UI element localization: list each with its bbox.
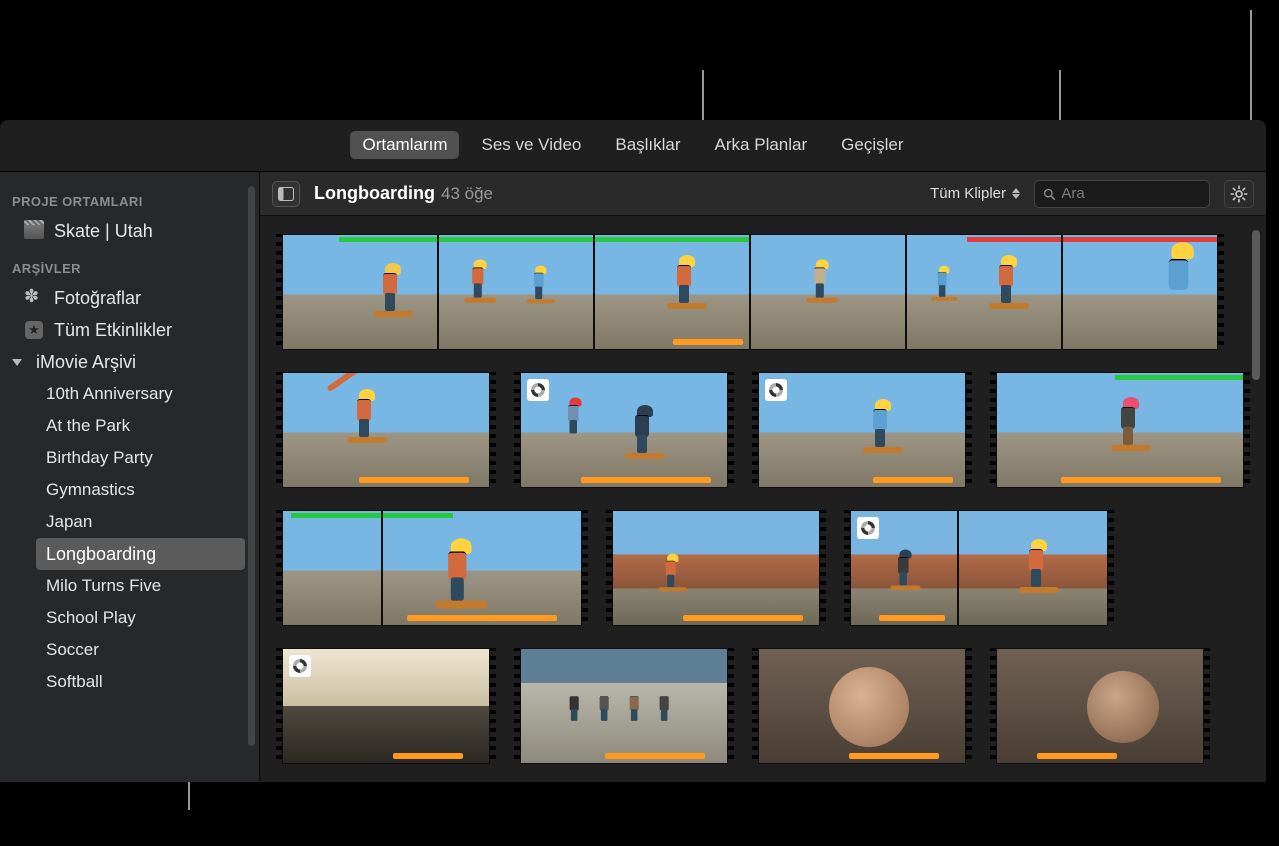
sidebar-event-label: Japan	[46, 512, 92, 532]
sidebar-archive-root-label: iMovie Arşivi	[36, 352, 136, 373]
sidebar-event[interactable]: 10th Anniversary	[0, 378, 259, 410]
clip-filmstrip[interactable]	[276, 372, 496, 488]
clip-filmstrip[interactable]	[514, 372, 734, 488]
app-window: Ortamlarım Ses ve Video Başlıklar Arka P…	[0, 120, 1266, 782]
clapperboard-icon	[24, 221, 44, 241]
clip-filmstrip[interactable]	[844, 510, 1114, 626]
clip-filter-popup[interactable]: Tüm Klipler	[930, 185, 1020, 202]
clip-frame[interactable]	[996, 372, 1244, 488]
popup-arrows-icon	[1012, 188, 1020, 199]
clip-frame[interactable]	[750, 234, 906, 350]
sidebar-scrollbar[interactable]	[248, 186, 255, 746]
clip-frame[interactable]	[282, 234, 438, 350]
clip-filmstrip[interactable]	[990, 648, 1210, 764]
filmstrip-edge	[1218, 234, 1224, 350]
photos-icon	[24, 288, 44, 308]
browser-scrollbar[interactable]	[1252, 230, 1260, 380]
sidebar-event[interactable]: Softball	[0, 666, 259, 698]
sidebar-event[interactable]: Birthday Party	[0, 442, 259, 474]
browser-pane: Longboarding 43 öğe Tüm Klipler	[260, 172, 1266, 782]
settings-button[interactable]	[1224, 180, 1254, 208]
clip-frame[interactable]	[906, 234, 1062, 350]
loading-spinner-icon	[765, 379, 787, 401]
sidebar-event-label: At the Park	[46, 416, 130, 436]
clip-filmstrip[interactable]	[990, 372, 1250, 488]
loading-spinner-icon	[527, 379, 549, 401]
clip-frame[interactable]	[594, 234, 750, 350]
clip-frame[interactable]	[612, 510, 820, 626]
clip-frame[interactable]	[850, 510, 958, 626]
section-libraries: ARŞİVLER	[0, 247, 259, 282]
sidebar-all-events-label: Tüm Etkinlikler	[54, 320, 172, 341]
tab-my-media[interactable]: Ortamlarım	[350, 131, 459, 159]
sidebar-all-events[interactable]: ★ Tüm Etkinlikler	[0, 314, 259, 346]
clip-frame[interactable]	[1062, 234, 1218, 350]
search-field[interactable]	[1034, 180, 1210, 208]
media-tabs: Ortamlarım Ses ve Video Başlıklar Arka P…	[0, 120, 1266, 171]
clip-frame[interactable]	[282, 648, 490, 764]
sidebar-project-label: Skate | Utah	[54, 221, 153, 242]
clip-frame[interactable]	[282, 510, 382, 626]
clip-filmstrip[interactable]	[276, 648, 496, 764]
browser-item-count: 43 öğe	[441, 184, 493, 204]
search-input[interactable]	[1061, 185, 1201, 202]
sidebar-event-label: Longboarding	[46, 544, 156, 565]
sidebar-event[interactable]: School Play	[0, 602, 259, 634]
toggle-sidebar-button[interactable]	[272, 181, 300, 207]
search-icon	[1043, 187, 1055, 201]
sidebar-event[interactable]: Milo Turns Five	[0, 570, 259, 602]
sidebar-project-item[interactable]: Skate | Utah	[0, 215, 259, 247]
disclosure-triangle-icon[interactable]	[12, 359, 22, 366]
sidebar-event-label: Birthday Party	[46, 448, 153, 468]
clip-filmstrip[interactable]	[276, 510, 588, 626]
libraries-sidebar: PROJE ORTAMLARI Skate | Utah ARŞİVLER Fo…	[0, 172, 260, 782]
all-events-icon: ★	[24, 320, 44, 340]
clip-filmstrip[interactable]	[276, 234, 1224, 350]
sidebar-event[interactable]: Japan	[0, 506, 259, 538]
sidebar-event-label: Gymnastics	[46, 480, 135, 500]
clip-frame[interactable]	[758, 372, 966, 488]
clip-filmstrip[interactable]	[606, 510, 826, 626]
clip-filmstrip[interactable]	[752, 648, 972, 764]
sidebar-event-selected[interactable]: Longboarding	[36, 538, 245, 570]
sidebar-photos[interactable]: Fotoğraflar	[0, 282, 259, 314]
clip-frame[interactable]	[758, 648, 966, 764]
section-project-media: PROJE ORTAMLARI	[0, 180, 259, 215]
sidebar-photos-label: Fotoğraflar	[54, 288, 141, 309]
clip-frame[interactable]	[996, 648, 1204, 764]
clip-frame[interactable]	[382, 510, 582, 626]
panel-toggle-icon	[278, 187, 294, 201]
sidebar-event-label: Milo Turns Five	[46, 576, 161, 596]
sidebar-event-label: 10th Anniversary	[46, 384, 173, 404]
browser-bar: Longboarding 43 öğe Tüm Klipler	[260, 172, 1266, 216]
tab-audio-video[interactable]: Ses ve Video	[469, 131, 593, 159]
clip-frame[interactable]	[520, 648, 728, 764]
clip-filter-label: Tüm Klipler	[930, 185, 1006, 202]
gear-icon	[1230, 185, 1248, 203]
tab-backgrounds[interactable]: Arka Planlar	[703, 131, 820, 159]
sidebar-event[interactable]: Soccer	[0, 634, 259, 666]
loading-spinner-icon	[857, 517, 879, 539]
clip-frame[interactable]	[282, 372, 490, 488]
sidebar-event-label: School Play	[46, 608, 136, 628]
clip-browser[interactable]	[260, 216, 1266, 782]
sidebar-event-label: Soccer	[46, 640, 99, 660]
clip-filmstrip[interactable]	[752, 372, 972, 488]
tab-transitions[interactable]: Geçişler	[829, 131, 915, 159]
tab-titles[interactable]: Başlıklar	[603, 131, 692, 159]
sidebar-event[interactable]: Gymnastics	[0, 474, 259, 506]
browser-title: Longboarding	[314, 183, 435, 204]
clip-filmstrip[interactable]	[514, 648, 734, 764]
clip-frame[interactable]	[520, 372, 728, 488]
clip-frame[interactable]	[958, 510, 1108, 626]
sidebar-event-label: Softball	[46, 672, 103, 692]
loading-spinner-icon	[289, 655, 311, 677]
sidebar-archive-root[interactable]: iMovie Arşivi	[0, 346, 259, 378]
clip-frame[interactable]	[438, 234, 594, 350]
sidebar-event[interactable]: At the Park	[0, 410, 259, 442]
